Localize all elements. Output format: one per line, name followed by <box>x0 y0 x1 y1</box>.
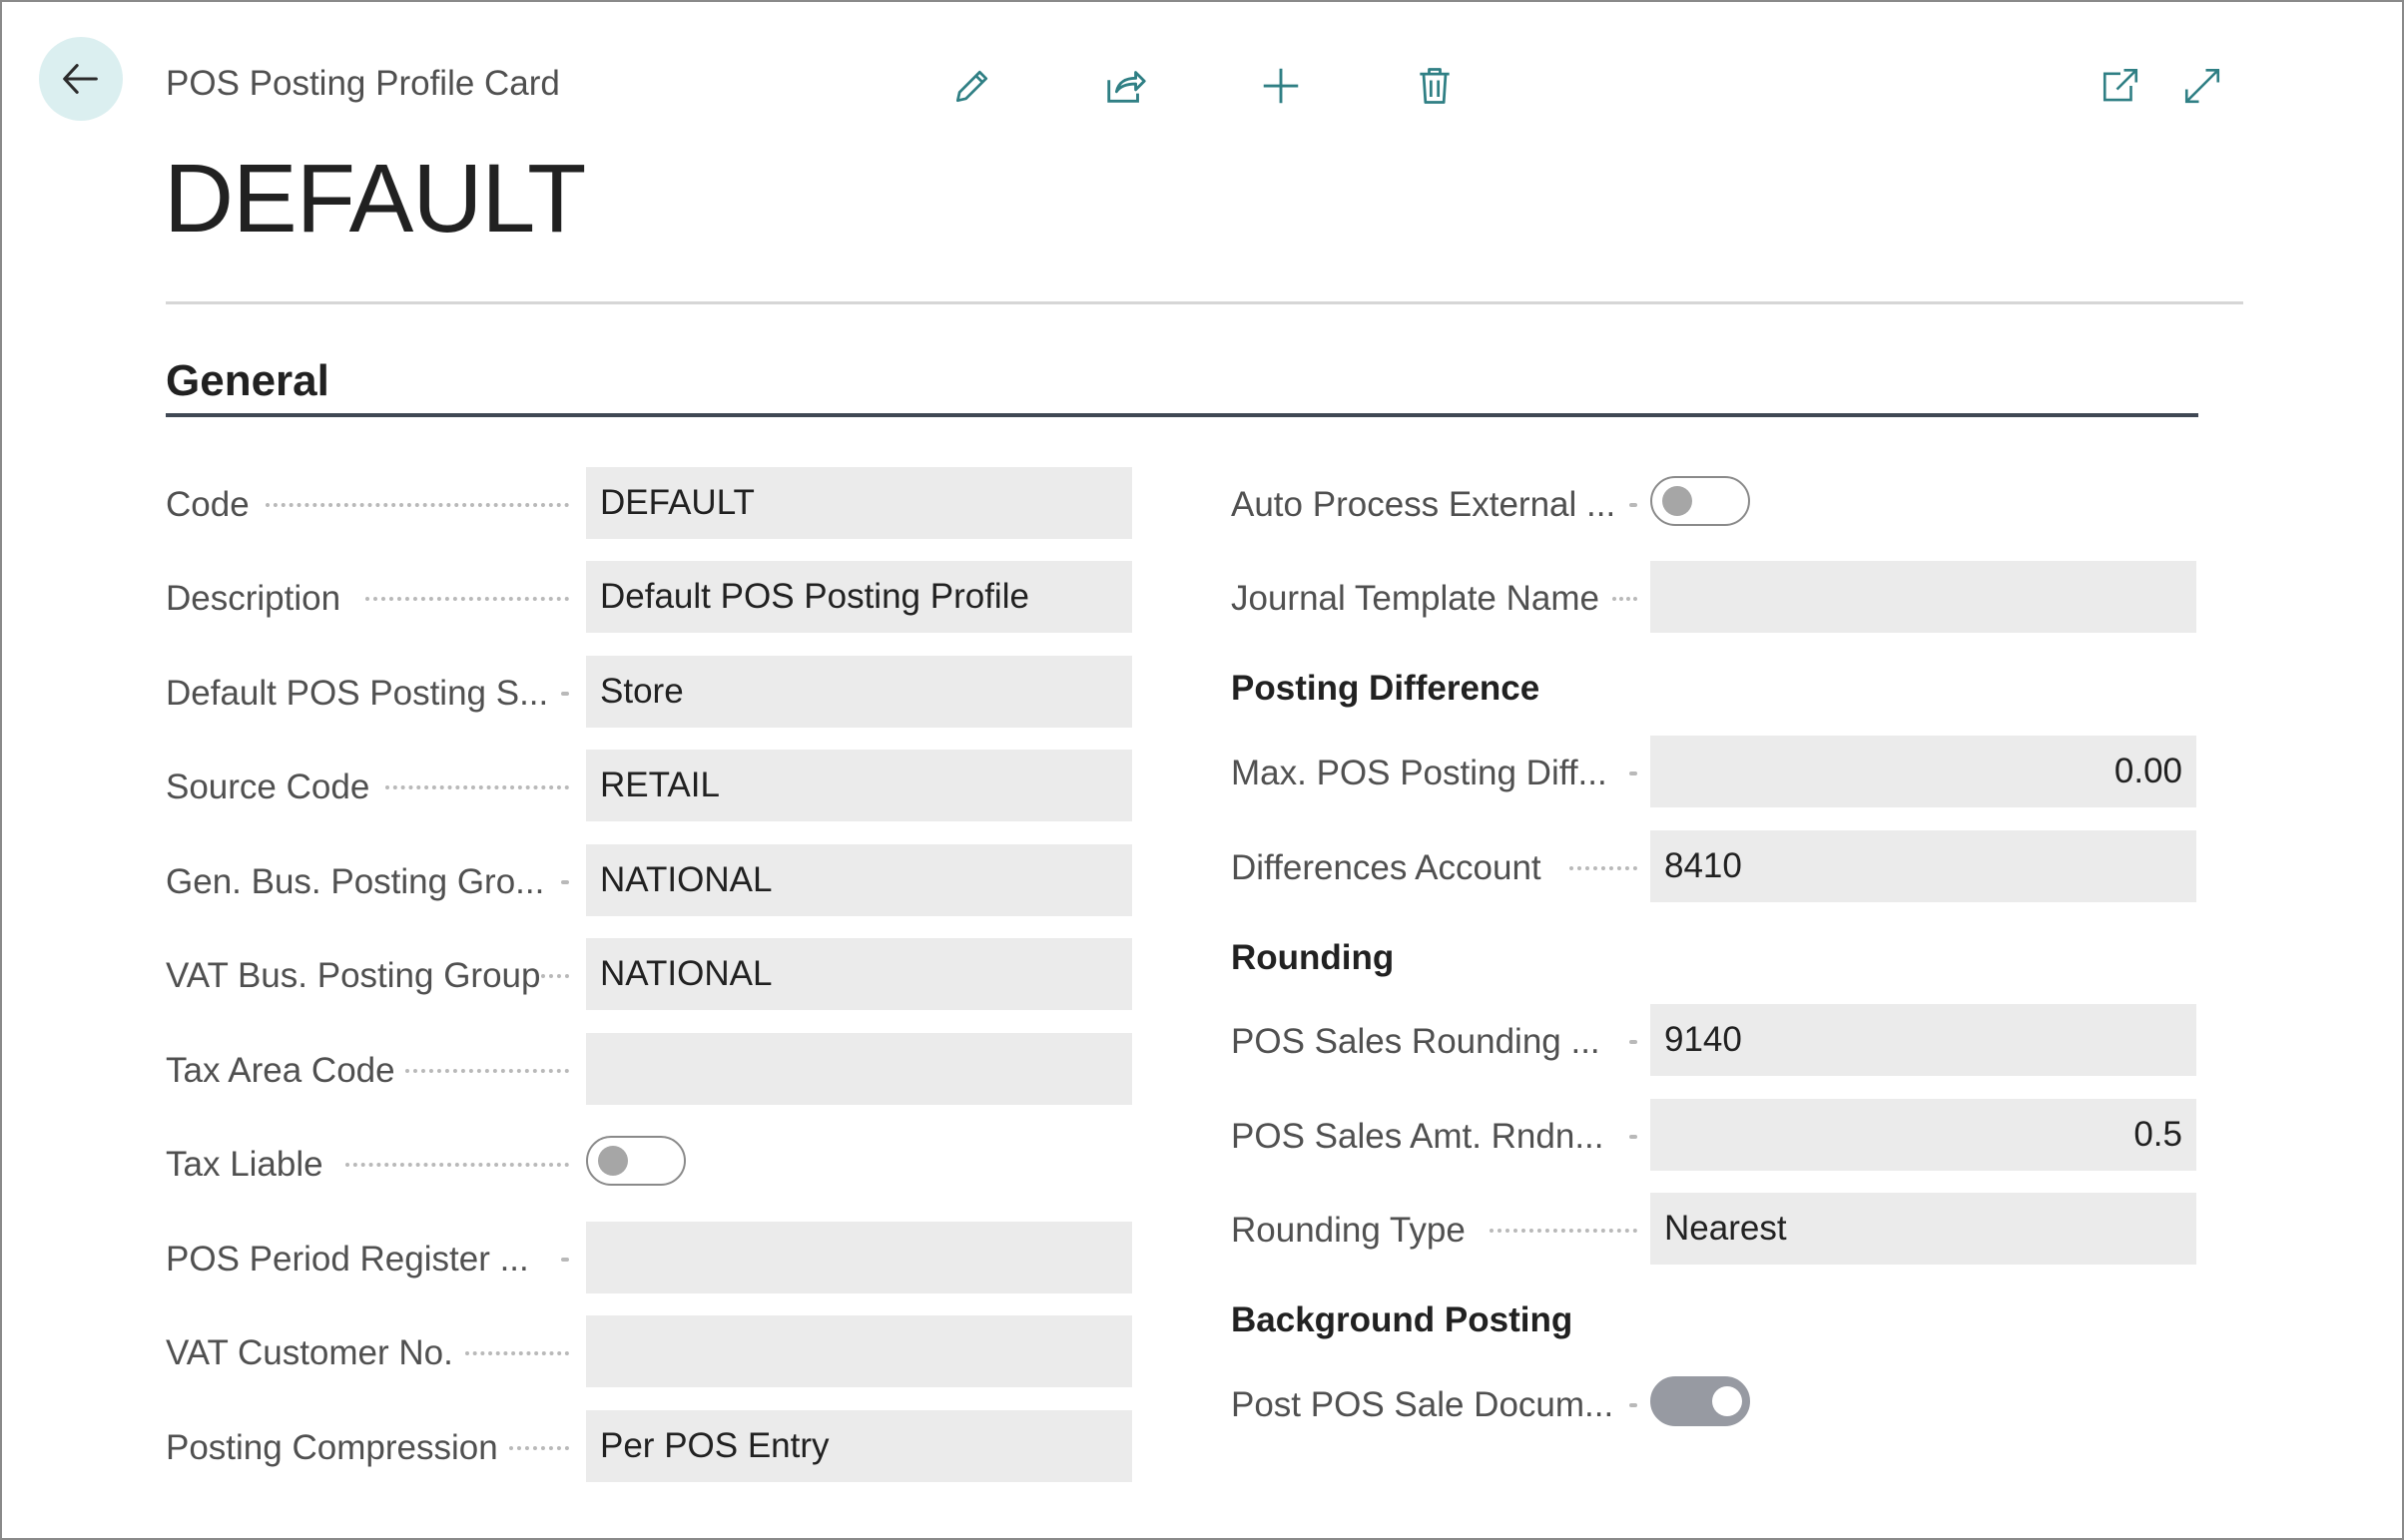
posting-difference-group-title: Posting Difference <box>1231 669 1540 708</box>
pos-sales-amt-rounding-field[interactable]: 0.5 <box>1650 1099 2196 1171</box>
gen-bus-posting-group-field[interactable]: NATIONAL <box>586 844 1132 916</box>
journal-template-name-field[interactable] <box>1650 561 2196 633</box>
leader-dots <box>561 880 569 884</box>
pos-sales-amt-rounding-label: POS Sales Amt. Rndn... <box>1231 1117 1604 1156</box>
page-caption: POS Posting Profile Card <box>166 64 560 103</box>
share-icon <box>1107 71 1146 103</box>
background-posting-group-title: Background Posting <box>1231 1300 1573 1339</box>
leader-dots <box>561 1258 569 1262</box>
differences-account-label: Differences Account <box>1231 848 1541 887</box>
toggle-knob <box>598 1146 628 1176</box>
vat-customer-no-field[interactable] <box>586 1315 1132 1387</box>
leader-dots <box>1490 1229 1637 1233</box>
max-pos-posting-diff-field[interactable]: 0.00 <box>1650 736 2196 807</box>
description-label: Description <box>166 579 341 618</box>
source-code-label: Source Code <box>166 768 370 806</box>
auto-process-external-toggle[interactable] <box>1650 476 1750 526</box>
rounding-type-label: Rounding Type <box>1231 1211 1466 1250</box>
leader-dots <box>1612 597 1637 601</box>
post-pos-sale-documents-toggle[interactable] <box>1650 1376 1750 1426</box>
posting-compression-field[interactable]: Per POS Entry <box>586 1410 1132 1482</box>
edit-button[interactable] <box>944 58 1000 114</box>
vat-customer-no-label: VAT Customer No. <box>166 1333 453 1372</box>
tax-area-code-field[interactable] <box>586 1033 1132 1105</box>
vat-bus-posting-group-label: VAT Bus. Posting Group <box>166 956 541 995</box>
leader-dots <box>541 974 569 978</box>
default-pos-posting-setup-field[interactable]: Store <box>586 656 1132 728</box>
leader-dots <box>465 1351 569 1355</box>
source-code-field[interactable]: RETAIL <box>586 750 1132 821</box>
pos-sales-rounding-account-label: POS Sales Rounding ... <box>1231 1022 1600 1061</box>
leader-dots <box>561 692 569 696</box>
delete-button[interactable] <box>1407 58 1463 114</box>
rounding-type-field[interactable]: Nearest <box>1650 1193 2196 1265</box>
back-button[interactable] <box>39 37 123 121</box>
edit-icon <box>955 70 988 103</box>
tax-area-code-label: Tax Area Code <box>166 1051 395 1090</box>
section-general-underline <box>166 413 2198 417</box>
open-in-new-window-button[interactable] <box>2093 58 2148 114</box>
description-field[interactable]: Default POS Posting Profile <box>586 561 1132 633</box>
differences-account-field[interactable]: 8410 <box>1650 830 2196 902</box>
gen-bus-posting-group-label: Gen. Bus. Posting Gro... <box>166 862 545 901</box>
arrow-left-icon <box>63 64 98 94</box>
pos-period-register-label: POS Period Register ... <box>166 1240 529 1279</box>
new-button[interactable] <box>1253 58 1309 114</box>
new-icon <box>1263 68 1299 104</box>
tax-liable-toggle[interactable] <box>586 1136 686 1186</box>
leader-dots <box>1629 771 1637 775</box>
code-field[interactable]: DEFAULT <box>586 467 1132 539</box>
leader-dots <box>405 1069 569 1073</box>
journal-template-name-label: Journal Template Name <box>1231 579 1599 618</box>
open-in-new-window-icon <box>2103 68 2138 102</box>
record-title: DEFAULT <box>164 144 586 253</box>
post-pos-sale-documents-label: Post POS Sale Docum... <box>1231 1385 1614 1424</box>
auto-process-external-label: Auto Process External ... <box>1231 485 1616 524</box>
expand-button[interactable] <box>2174 58 2230 114</box>
leader-dots <box>1629 1403 1637 1407</box>
delete-icon <box>1420 68 1450 104</box>
expand-icon <box>2184 68 2220 104</box>
title-divider <box>166 301 2243 304</box>
leader-dots <box>266 503 569 507</box>
toggle-knob <box>1662 486 1692 516</box>
pos-sales-rounding-account-field[interactable]: 9140 <box>1650 1004 2196 1076</box>
section-general-header[interactable]: General <box>166 356 329 406</box>
leader-dots <box>385 785 569 789</box>
leader-dots <box>345 1163 569 1167</box>
code-label: Code <box>166 485 250 524</box>
default-pos-posting-setup-label: Default POS Posting S... <box>166 674 549 713</box>
max-pos-posting-diff-label: Max. POS Posting Diff... <box>1231 754 1607 792</box>
vat-bus-posting-group-field[interactable]: NATIONAL <box>586 938 1132 1010</box>
leader-dots <box>365 597 569 601</box>
leader-dots <box>1629 503 1637 507</box>
pos-period-register-field[interactable] <box>586 1222 1132 1293</box>
tax-liable-label: Tax Liable <box>166 1145 323 1184</box>
rounding-group-title: Rounding <box>1231 938 1395 977</box>
leader-dots <box>1569 866 1637 870</box>
leader-dots <box>509 1446 569 1450</box>
posting-compression-label: Posting Compression <box>166 1428 498 1467</box>
leader-dots <box>1629 1135 1637 1139</box>
share-button[interactable] <box>1098 58 1154 114</box>
toggle-knob <box>1712 1386 1742 1416</box>
leader-dots <box>1629 1040 1637 1044</box>
